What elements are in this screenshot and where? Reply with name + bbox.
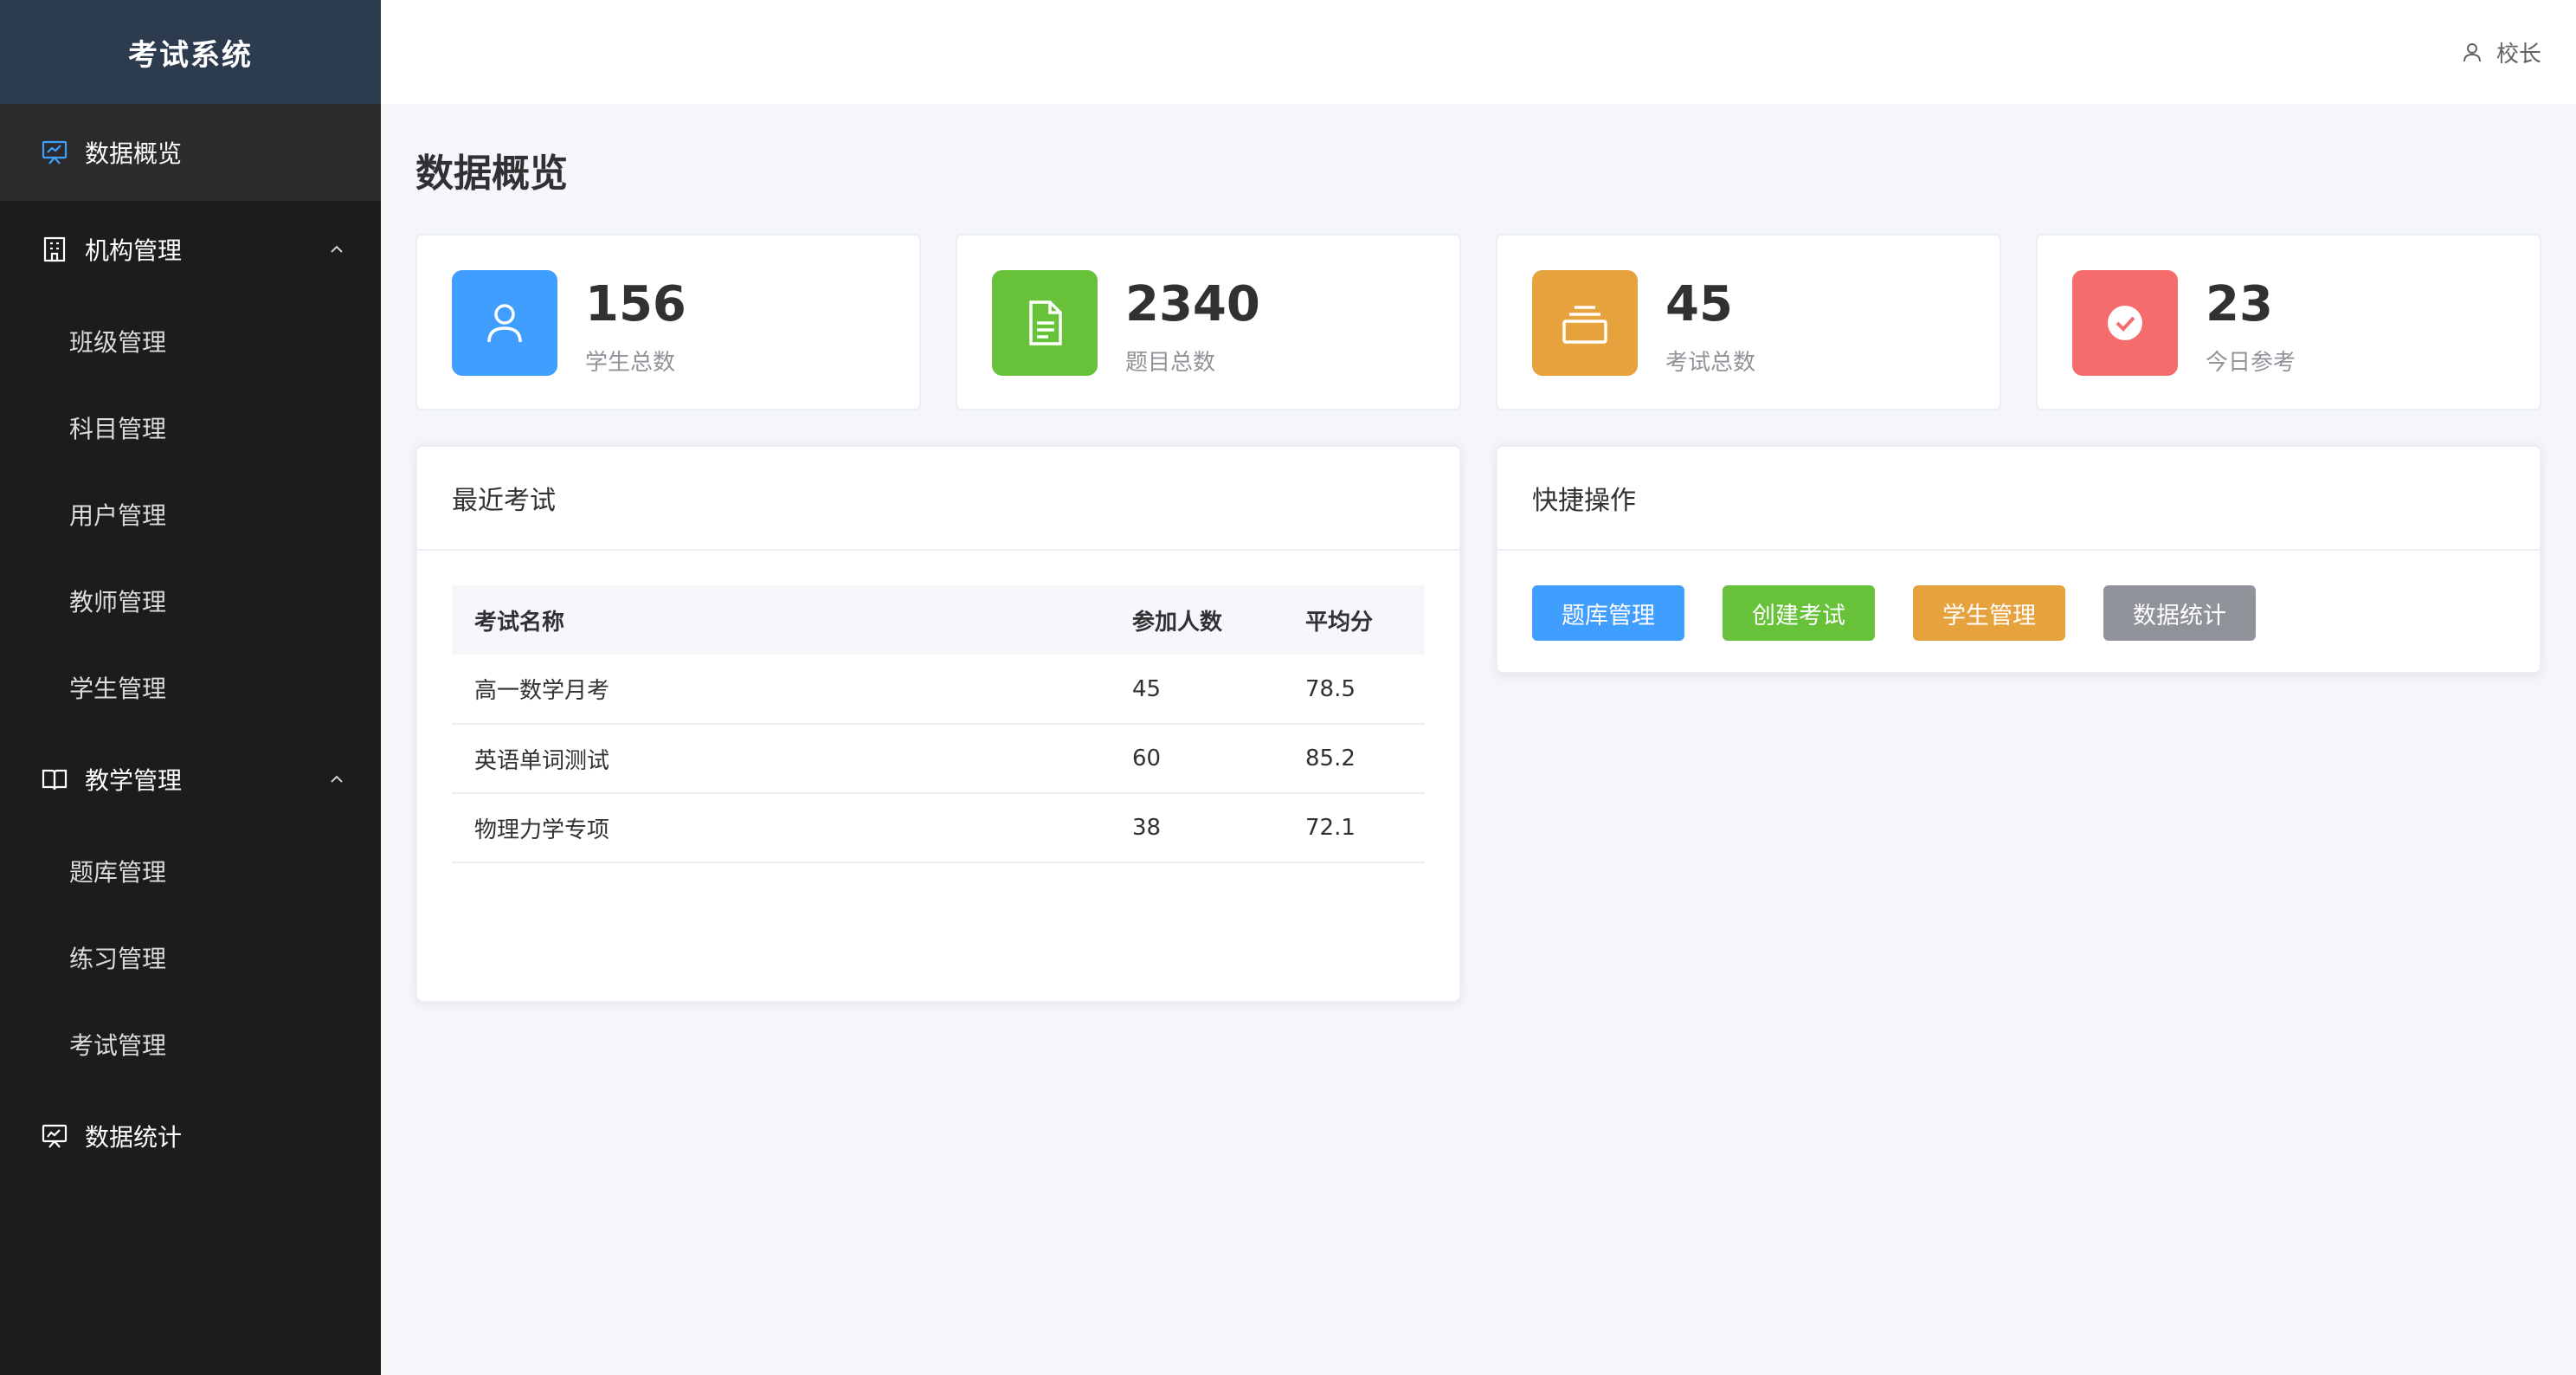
create-exam-button[interactable]: 创建考试: [1723, 585, 1875, 641]
sidebar-item-class[interactable]: 班级管理: [0, 298, 381, 384]
presentation-chart-icon: [40, 138, 69, 167]
panel-title: 快捷操作: [1497, 447, 2540, 551]
user-icon: [2460, 40, 2484, 64]
sidebar-group-teaching[interactable]: 教学管理: [0, 731, 381, 828]
sidebar-item-question-bank[interactable]: 题库管理: [0, 828, 381, 914]
panel-title: 最近考试: [417, 447, 1459, 551]
column-header: 参加人数: [1132, 609, 1223, 636]
stat-value: 45: [1665, 276, 1733, 332]
app-title: 考试系统: [0, 0, 381, 104]
sidebar-item-stats[interactable]: 数据统计: [0, 1088, 381, 1185]
table-header-row: 考试名称 参加人数 平均分: [452, 585, 1425, 655]
app: 考试系统 数据概览 机构管理 班级管理 科目管理 用户管理 教师管理 学生管理 …: [0, 0, 2576, 1375]
exam-name-cell: 物理力学专项: [474, 817, 610, 843]
recent-exams-panel: 最近考试 考试名称 参加人数 平均分 高一数学月考 45 78.5 英语单词测试…: [415, 445, 1461, 1003]
chart-board-icon: [40, 1121, 69, 1151]
building-icon: [40, 235, 69, 264]
sidebar-group-label: 教学管理: [85, 766, 183, 795]
chevron-up-icon: [325, 238, 348, 261]
stat-label: 考试总数: [1665, 350, 1756, 376]
main-content: 数据概览 156 学生总数 2340 题目总数 45 考试总数 23 今日参考 …: [381, 104, 2576, 1375]
table-row[interactable]: 英语单词测试 60 85.2: [452, 724, 1425, 793]
average-score-cell: 85.2: [1305, 746, 1356, 771]
sidebar-item-student[interactable]: 学生管理: [0, 644, 381, 731]
data-statistics-button[interactable]: 数据统计: [2103, 585, 2256, 641]
stat-card-exams: 45 考试总数: [1496, 234, 2001, 410]
average-score-cell: 78.5: [1305, 675, 1356, 702]
user-menu[interactable]: 校长: [2460, 36, 2541, 68]
sidebar-item-teacher[interactable]: 教师管理: [0, 558, 381, 644]
participants-cell: 60: [1132, 746, 1162, 771]
stat-label: 今日参考: [2206, 350, 2296, 376]
stat-label: 学生总数: [585, 350, 676, 376]
stat-value: 2340: [1125, 276, 1260, 332]
table-row[interactable]: 物理力学专项 38 72.1: [452, 793, 1425, 862]
stat-card-questions: 2340 题目总数: [956, 234, 1461, 410]
participants-cell: 45: [1132, 675, 1162, 702]
open-book-icon: [40, 765, 69, 794]
user-icon: [452, 270, 557, 376]
column-header: 平均分: [1305, 609, 1374, 636]
stat-card-today: 23 今日参考: [2036, 234, 2541, 410]
sidebar: 考试系统 数据概览 机构管理 班级管理 科目管理 用户管理 教师管理 学生管理 …: [0, 0, 381, 1375]
exam-name-cell: 高一数学月考: [474, 678, 610, 704]
sidebar-item-label: 数据概览: [85, 139, 183, 168]
sidebar-item-subject[interactable]: 科目管理: [0, 384, 381, 471]
chevron-up-icon: [325, 768, 348, 791]
participants-cell: 38: [1132, 815, 1162, 841]
question-bank-button[interactable]: 题库管理: [1532, 585, 1684, 641]
sidebar-group-label: 机构管理: [85, 236, 183, 265]
sidebar-item-user[interactable]: 用户管理: [0, 471, 381, 558]
page-title: 数据概览: [415, 152, 568, 196]
sidebar-item-label: 数据统计: [85, 1123, 183, 1152]
sidebar-item-practice[interactable]: 练习管理: [0, 914, 381, 1001]
table-row[interactable]: 高一数学月考 45 78.5: [452, 655, 1425, 724]
user-name: 校长: [2496, 41, 2541, 68]
exam-name-cell: 英语单词测试: [474, 747, 610, 774]
stat-card-students: 156 学生总数: [415, 234, 921, 410]
quick-actions-panel: 快捷操作 题库管理 创建考试 学生管理 数据统计: [1496, 445, 2541, 674]
recent-exams-table: 考试名称 参加人数 平均分 高一数学月考 45 78.5 英语单词测试 60 8…: [452, 585, 1425, 863]
check-circle-icon: [2072, 270, 2178, 376]
column-header: 考试名称: [474, 609, 565, 636]
average-score-cell: 72.1: [1305, 815, 1356, 841]
stat-label: 题目总数: [1125, 350, 1216, 376]
document-icon: [992, 270, 1098, 376]
stack-icon: [1532, 270, 1638, 376]
top-header: 校长: [381, 0, 2576, 104]
sidebar-item-dashboard[interactable]: 数据概览: [0, 104, 381, 201]
student-management-button[interactable]: 学生管理: [1913, 585, 2065, 641]
stat-value: 156: [585, 276, 686, 332]
sidebar-group-org[interactable]: 机构管理: [0, 201, 381, 298]
sidebar-item-exam[interactable]: 考试管理: [0, 1001, 381, 1088]
stat-value: 23: [2206, 276, 2273, 332]
